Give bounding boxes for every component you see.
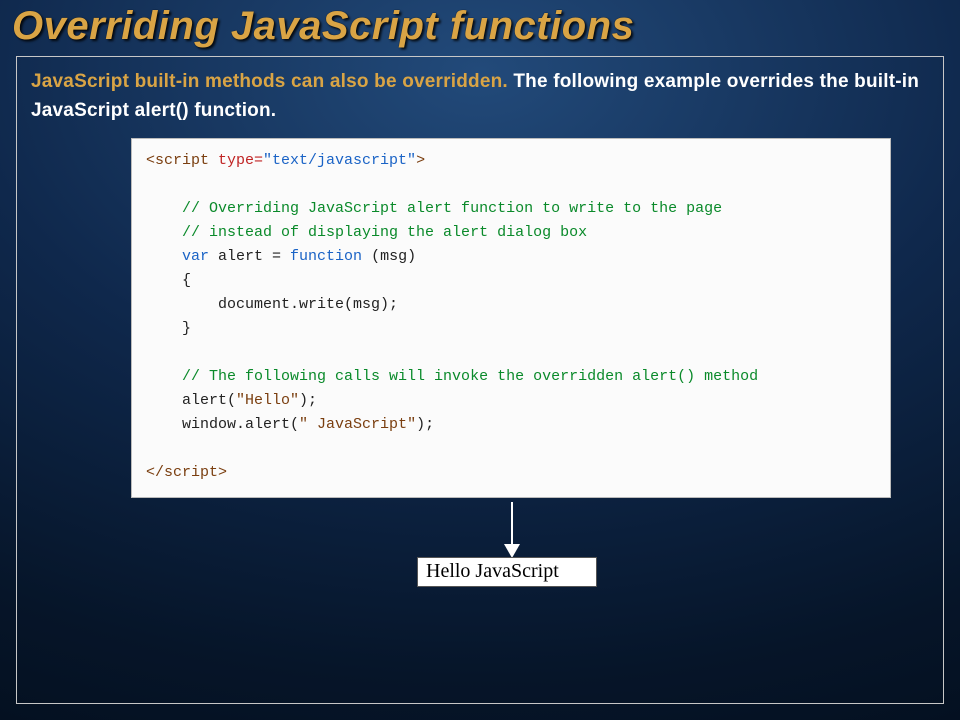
- code-call2-b: );: [416, 416, 434, 433]
- code-decl-mid: alert =: [209, 248, 290, 265]
- code-comment-1: // Overriding JavaScript alert function …: [182, 200, 722, 217]
- arrow-line: [511, 502, 513, 546]
- code-attr-name: type=: [209, 152, 263, 169]
- code-brace-close: }: [182, 320, 191, 337]
- slide: Overriding JavaScript functions JavaScri…: [0, 0, 960, 720]
- code-call1-str: "Hello": [236, 392, 299, 409]
- code-open-tag: <script: [146, 152, 209, 169]
- code-block: <script type="text/javascript"> // Overr…: [131, 138, 891, 498]
- code-kw-function: function: [290, 248, 362, 265]
- code-open-tag-close: >: [416, 152, 425, 169]
- code-call2-str: " JavaScript": [299, 416, 416, 433]
- intro-text: JavaScript built-in methods can also be …: [31, 67, 929, 126]
- slide-title: Overriding JavaScript functions: [0, 0, 960, 59]
- code-attr-val: "text/javascript": [263, 152, 416, 169]
- code-brace-open: {: [182, 272, 191, 289]
- intro-accent: JavaScript built-in methods can also be …: [31, 71, 508, 92]
- arrow: [31, 502, 929, 560]
- code-body: document.write(msg);: [182, 296, 398, 313]
- code-comment-2: // instead of displaying the alert dialo…: [182, 224, 587, 241]
- code-call1-b: );: [299, 392, 317, 409]
- content-frame: JavaScript built-in methods can also be …: [16, 56, 944, 704]
- code-close-tag: </script>: [146, 464, 227, 481]
- arrow-head-icon: [504, 544, 520, 558]
- code-call1-a: alert(: [182, 392, 236, 409]
- output-box: Hello JavaScript: [417, 557, 597, 587]
- code-kw-var: var: [182, 248, 209, 265]
- code-comment-3: // The following calls will invoke the o…: [182, 368, 758, 385]
- code-decl-end: (msg): [362, 248, 416, 265]
- code-call2-a: window.alert(: [182, 416, 299, 433]
